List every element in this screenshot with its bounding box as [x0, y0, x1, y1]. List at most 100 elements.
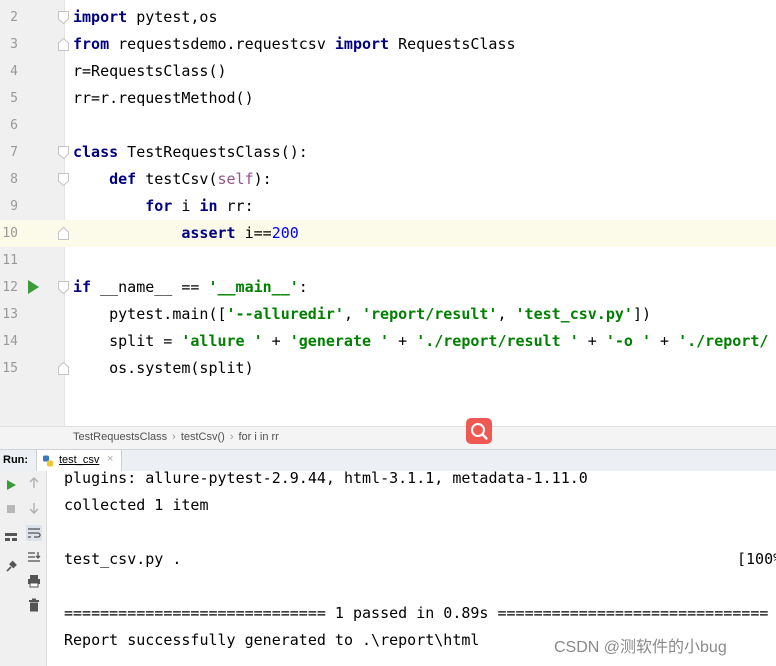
scroll-to-end-icon[interactable]: [26, 549, 42, 565]
layout-icon[interactable]: [3, 529, 19, 545]
pin-icon[interactable]: [3, 559, 19, 575]
code-text: pytest.main(['--alluredir', 'report/resu…: [73, 301, 651, 328]
search-icon[interactable]: [466, 418, 492, 444]
run-panel-header: Run: test_csv ×: [0, 449, 776, 473]
code-line[interactable]: 5 rr=r.requestMethod(): [0, 85, 776, 112]
code-token: if: [73, 278, 92, 296]
code-text: os.system(split): [73, 355, 254, 382]
console-line: ============================= 1 passed i…: [64, 604, 769, 622]
code-text: from requestsdemo.requestcsv import Requ…: [73, 31, 516, 58]
code-token: '-o ': [605, 332, 651, 350]
run-tab-test-csv[interactable]: test_csv ×: [36, 450, 122, 472]
code-editor[interactable]: 2 import pytest,os 3 from requestsdemo.requ…: [0, 0, 776, 426]
line-number: 15: [2, 361, 18, 376]
line-number: 11: [2, 253, 18, 268]
code-token: split =: [73, 332, 182, 350]
fold-marker-icon[interactable]: [58, 281, 69, 294]
arrow-down-icon[interactable]: [26, 500, 42, 516]
code-line[interactable]: 13 pytest.main(['--alluredir', 'report/r…: [0, 301, 776, 328]
code-token: import: [334, 35, 390, 53]
code-token: requestsdemo.requestcsv: [109, 35, 335, 53]
code-text: for i in rr:: [73, 193, 253, 220]
code-token: +: [578, 332, 606, 350]
code-line[interactable]: 9 for i in rr:: [0, 193, 776, 220]
code-line[interactable]: 2 import pytest,os: [0, 4, 776, 31]
code-token: 'generate ': [289, 332, 390, 350]
code-line[interactable]: 10 assert i==200: [0, 220, 776, 247]
code-token: '--alluredir': [226, 305, 344, 323]
breadcrumb-items: TestRequestsClass › testCsv() › for i in rr: [73, 431, 279, 443]
code-token: 'allure ': [181, 332, 263, 350]
breadcrumb-item[interactable]: for i in rr: [239, 431, 279, 443]
code-token: :: [298, 278, 308, 296]
line-number: 12: [2, 280, 18, 295]
stop-icon[interactable]: [3, 501, 19, 517]
code-token: 200: [271, 224, 299, 242]
fold-marker-icon[interactable]: [58, 11, 69, 24]
code-token: class: [73, 143, 119, 161]
code-line[interactable]: 3 from requestsdemo.requestcsv import Req…: [0, 31, 776, 58]
breadcrumb: TestRequestsClass › testCsv() › for i in rr: [0, 426, 776, 449]
line-number: 13: [2, 307, 18, 322]
code-line[interactable]: 4 r=RequestsClass(): [0, 58, 776, 85]
code-line[interactable]: 14 split = 'allure ' + 'generate ' + './…: [0, 328, 776, 355]
print-icon[interactable]: [26, 573, 42, 589]
code-text: assert i==200: [73, 220, 299, 247]
code-token: './report/: [678, 332, 769, 350]
fold-marker-icon[interactable]: [58, 227, 69, 240]
line-number: 2: [10, 10, 18, 25]
code-token: for: [145, 197, 173, 215]
console-line: Report successfully generated to .\repor…: [64, 631, 480, 649]
run-icon[interactable]: [28, 280, 39, 294]
code-line[interactable]: 8 def testCsv(self):: [0, 166, 776, 193]
fold-marker-icon[interactable]: [58, 173, 69, 186]
breadcrumb-separator: ›: [229, 431, 234, 443]
progress-percent: [100%: [737, 550, 776, 568]
code-text: if __name__ == '__main__':: [73, 274, 308, 301]
close-icon[interactable]: ×: [107, 453, 113, 465]
watermark: CSDN @测软件的小bug: [554, 639, 727, 656]
breadcrumb-item[interactable]: TestRequestsClass: [73, 431, 167, 443]
code-line[interactable]: 7 class TestRequestsClass():: [0, 139, 776, 166]
code-text: split = 'allure ' + 'generate ' + './rep…: [73, 328, 768, 355]
console-line: collected 1 item: [64, 496, 209, 514]
code-token: 'test_csv.py': [515, 305, 633, 323]
code-token: './report/result ': [416, 332, 579, 350]
line-number: 5: [10, 91, 18, 106]
code-token: i==: [235, 224, 272, 242]
fold-marker-icon[interactable]: [58, 362, 69, 375]
code-token: def: [109, 170, 137, 188]
fold-marker-icon[interactable]: [58, 38, 69, 51]
code-token: RequestsClass: [389, 35, 516, 53]
arrow-up-icon[interactable]: [26, 475, 42, 491]
code-token: TestRequestsClass():: [118, 143, 308, 161]
console-line: plugins: allure-pytest-2.9.44, html-3.1.…: [64, 471, 588, 487]
code-line[interactable]: 6: [0, 112, 776, 139]
code-token: in: [199, 197, 218, 215]
code-line[interactable]: 11: [0, 247, 776, 274]
code-token: testCsv(: [136, 170, 218, 188]
code-line[interactable]: 12 if __name__ == '__main__':: [0, 274, 776, 301]
code-token: rr=r.requestMethod(): [73, 89, 254, 107]
code-token: assert: [181, 224, 236, 242]
code-line[interactable]: 15 os.system(split): [0, 355, 776, 382]
code-token: i: [172, 197, 200, 215]
rerun-icon[interactable]: [3, 477, 19, 493]
run-tab-label: test_csv: [59, 454, 100, 466]
trash-icon[interactable]: [26, 597, 42, 613]
code-token: +: [651, 332, 679, 350]
line-number: 14: [2, 334, 18, 349]
code-token: __name__ ==: [91, 278, 209, 296]
code-text: class TestRequestsClass():: [73, 139, 308, 166]
line-number: 10: [2, 226, 18, 241]
line-number: 8: [10, 172, 18, 187]
soft-wrap-icon[interactable]: [26, 525, 42, 541]
breadcrumb-item[interactable]: testCsv(): [181, 431, 225, 443]
python-file-icon: [42, 455, 54, 467]
breadcrumb-separator: ›: [172, 431, 176, 443]
fold-marker-icon[interactable]: [58, 146, 69, 159]
code-token: +: [262, 332, 290, 350]
